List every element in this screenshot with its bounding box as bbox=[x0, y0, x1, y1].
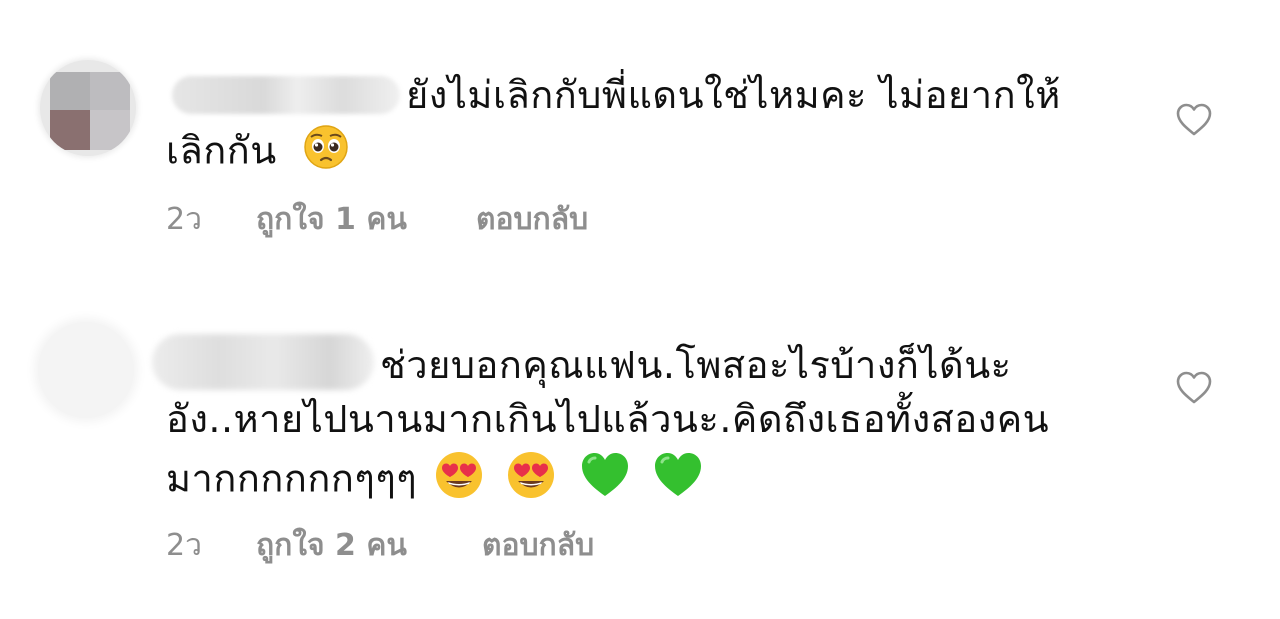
avatar[interactable] bbox=[38, 322, 134, 418]
comment-text-line: อัง..หายไปนานมากเกินไปแล้วนะ.คิดถึงเธอทั… bbox=[166, 397, 1050, 441]
comment-text-line: เลิกกัน bbox=[166, 124, 349, 182]
comment-text: เลิกกัน bbox=[166, 128, 277, 173]
pleading-face-emoji bbox=[303, 124, 349, 182]
username-blurred[interactable] bbox=[152, 334, 374, 390]
reply-button[interactable]: ตอบกลับ bbox=[476, 200, 588, 240]
green-heart-emoji bbox=[579, 450, 631, 512]
comment-text-line: ช่วยบอกคุณแฟน.โพสอะไรบ้างก็ได้นะ bbox=[380, 343, 1012, 387]
comment-time: 2ว bbox=[166, 528, 202, 563]
heart-outline-icon[interactable] bbox=[1174, 368, 1214, 408]
comment-time: 2ว bbox=[166, 202, 202, 237]
comment-text: มากกกกกกๆๆๆ bbox=[166, 456, 418, 501]
heart-outline-icon[interactable] bbox=[1174, 100, 1214, 140]
avatar[interactable] bbox=[40, 60, 136, 156]
likes-count-link[interactable]: ถูกใจ 2 คน bbox=[256, 526, 407, 566]
heart-eyes-face-emoji bbox=[506, 450, 556, 512]
green-heart-emoji bbox=[652, 450, 704, 512]
comment-text-line: ยังไม่เลิกกับพี่แดนใช่ไหมคะ ไม่อยากให้ bbox=[406, 73, 1061, 117]
heart-eyes-face-emoji bbox=[434, 450, 484, 512]
comment-text-line: มากกกกกกๆๆๆ bbox=[166, 450, 704, 512]
username-blurred[interactable] bbox=[172, 76, 400, 114]
reply-button[interactable]: ตอบกลับ bbox=[482, 526, 594, 566]
likes-count-link[interactable]: ถูกใจ 1 คน bbox=[256, 200, 407, 240]
